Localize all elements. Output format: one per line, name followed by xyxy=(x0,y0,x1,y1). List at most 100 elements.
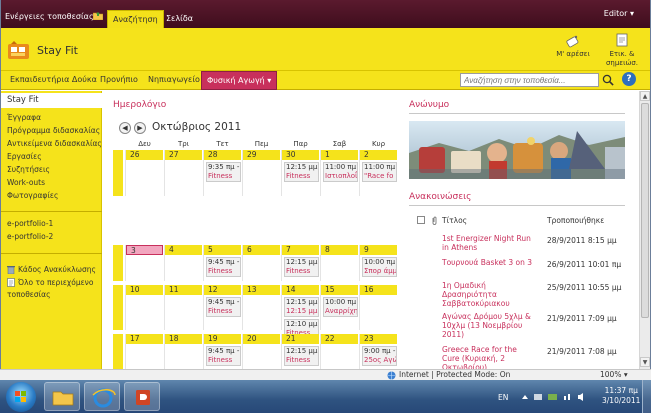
scroll-down-button[interactable]: ▼ xyxy=(640,357,650,367)
like-button[interactable]: Μ' αρέσει xyxy=(550,32,596,59)
sidebar-item-discussions[interactable]: Συζητήσεις xyxy=(7,165,50,174)
announcements-title[interactable]: Ανακοινώσεις xyxy=(409,192,471,202)
calendar-event[interactable]: 12:15 μμ Fitness xyxy=(284,162,319,182)
day-number[interactable]: 12 xyxy=(204,285,241,295)
day-number[interactable]: 14 xyxy=(282,285,319,295)
day-number[interactable]: 19 xyxy=(204,334,241,344)
day-number[interactable]: 18 xyxy=(165,334,202,344)
day-number[interactable]: 5 xyxy=(204,245,241,255)
calendar-day-cell[interactable]: 15 10:00 πμ Αναρρίχη xyxy=(320,285,358,330)
language-indicator[interactable]: EN xyxy=(498,393,508,402)
system-tray-icons[interactable] xyxy=(520,392,590,402)
show-desktop-button[interactable] xyxy=(642,380,651,413)
topnav-item-physical-education[interactable]: Φυσική Αγωγή ▾ xyxy=(201,71,278,90)
calendar-day-cell[interactable]: 13 xyxy=(242,285,280,330)
sidebar-item-eportfolio-1[interactable]: e-portfolio-1 xyxy=(7,219,53,228)
day-number[interactable]: 17 xyxy=(126,334,163,344)
taskbar-powerpoint[interactable] xyxy=(124,382,160,411)
calendar-day-cell[interactable]: 26 xyxy=(125,150,163,196)
taskbar-explorer[interactable] xyxy=(44,382,80,411)
user-menu[interactable]: Editor ▾ xyxy=(604,9,634,18)
day-number[interactable]: 29 xyxy=(243,150,280,160)
week-selector[interactable] xyxy=(113,150,123,196)
sidebar-item-recycle-bin[interactable]: Κάδος Ανακύκλωσης xyxy=(18,265,96,274)
day-number[interactable]: 6 xyxy=(243,245,280,255)
calendar-day-cell[interactable]: 12 9:45 πμ - Fitness xyxy=(203,285,241,330)
calendar-day-cell[interactable]: 28 9:35 πμ - Fitness xyxy=(203,150,241,196)
start-button[interactable] xyxy=(6,382,36,412)
calendar-day-cell[interactable]: 5 9:45 πμ - Fitness xyxy=(203,245,241,281)
announcement-title-link[interactable]: Greece Race for the Cure (Κυριακή, 2 Οκτ… xyxy=(442,345,534,372)
day-number[interactable]: 28 xyxy=(204,150,241,160)
calendar-day-cell[interactable]: 9 10:00 πμ Σπορ άμμ xyxy=(359,245,397,281)
next-month-button[interactable]: ▶ xyxy=(134,122,146,134)
calendar-event[interactable]: 11:00 πμ "Race fo xyxy=(362,162,397,182)
calendar-day-cell[interactable]: 16 xyxy=(359,285,397,330)
calendar-event[interactable]: 9:00 πμ -25ος Αγώ xyxy=(362,346,397,366)
anonymous-title[interactable]: Ανώνυμο xyxy=(409,100,449,110)
vertical-scrollbar[interactable]: ▲ ▼ xyxy=(639,91,650,378)
sidebar-item-eportfolio-2[interactable]: e-portfolio-2 xyxy=(7,232,53,241)
site-actions-menu[interactable]: Ενέργειες τοποθεσίας ▾ xyxy=(5,12,100,21)
sidebar-item-photos[interactable]: Φωτογραφίες xyxy=(7,191,58,200)
quick-launch-header[interactable]: Stay Fit xyxy=(1,93,102,108)
day-number[interactable]: 4 xyxy=(165,245,202,255)
week-selector[interactable] xyxy=(113,245,123,281)
tab-page[interactable]: Σελίδα xyxy=(161,10,198,28)
calendar-day-cell[interactable]: 14 12:15 μμ 12:15 μμ 12:10 μμ Fitness xyxy=(281,285,319,339)
zoom-level[interactable]: 100% ▾ xyxy=(600,370,628,379)
calendar-event[interactable]: 12:15 μμ Fitness xyxy=(284,346,319,366)
scroll-thumb[interactable] xyxy=(641,103,649,318)
calendar-event[interactable]: 9:45 πμ - Fitness xyxy=(206,257,241,277)
announcement-title-link[interactable]: 1st Energizer Night Run in Athens xyxy=(442,234,534,252)
day-number[interactable]: 11 xyxy=(165,285,202,295)
calendar-day-cell[interactable]: 6 xyxy=(242,245,280,281)
topnav-item-doukas[interactable]: Εκπαιδευτήρια Δούκα xyxy=(10,75,97,84)
sidebar-item-assignments[interactable]: Εργασίες xyxy=(7,152,42,161)
calendar-day-cell[interactable]: 7 12:15 μμ Fitness xyxy=(281,245,319,281)
prev-month-button[interactable]: ◀ xyxy=(119,122,131,134)
help-button[interactable]: ? xyxy=(622,72,636,86)
search-icon[interactable] xyxy=(601,73,615,87)
taskbar-internet-explorer[interactable] xyxy=(84,382,120,411)
topnav-item-pronipio[interactable]: Προνήπιο xyxy=(100,75,138,84)
calendar-day-cell[interactable]: 30 12:15 μμ Fitness xyxy=(281,150,319,196)
announcement-title-link[interactable]: 1η Ομαδική Δρασηριότητα Σαββατοκύριακου xyxy=(442,281,534,308)
tags-notes-button[interactable]: Ετικ. & σημειώσ. xyxy=(599,32,645,68)
calendar-title[interactable]: Ημερολόγιο xyxy=(113,100,166,110)
search-input[interactable] xyxy=(460,73,599,87)
day-number[interactable]: 16 xyxy=(360,285,397,295)
day-number[interactable]: 1 xyxy=(321,150,358,160)
calendar-event[interactable]: 9:35 πμ - Fitness xyxy=(206,162,241,182)
calendar-day-cell[interactable]: 3 xyxy=(125,245,163,281)
day-number[interactable]: 21 xyxy=(282,334,319,344)
calendar-day-cell[interactable]: 8 xyxy=(320,245,358,281)
calendar-day-cell[interactable]: 27 xyxy=(164,150,202,196)
calendar-event[interactable]: 10:00 πμ Σπορ άμμ xyxy=(362,257,397,277)
taskbar-clock[interactable]: 11:37 πμ 3/10/2011 xyxy=(602,386,640,406)
day-number[interactable]: 20 xyxy=(243,334,280,344)
day-number[interactable]: 2 xyxy=(360,150,397,160)
topnav-item-nipiagogeio[interactable]: Νηπιαγωγείο xyxy=(148,75,200,84)
day-number[interactable]: 30 xyxy=(282,150,319,160)
column-modified-header[interactable]: Τροποποιήθηκε xyxy=(547,216,604,225)
calendar-day-cell[interactable]: 11 xyxy=(164,285,202,330)
day-number[interactable]: 27 xyxy=(165,150,202,160)
calendar-day-cell[interactable]: 29 xyxy=(242,150,280,196)
calendar-event[interactable]: 12:15 μμ 12:15 μμ xyxy=(284,297,319,317)
select-all-checkbox[interactable] xyxy=(417,216,425,224)
day-number[interactable]: 10 xyxy=(126,285,163,295)
day-number[interactable]: 3 xyxy=(126,245,163,255)
day-number[interactable]: 22 xyxy=(321,334,358,344)
day-number[interactable]: 9 xyxy=(360,245,397,255)
calendar-event[interactable]: 9:45 πμ - Fitness xyxy=(206,297,241,317)
day-number[interactable]: 8 xyxy=(321,245,358,255)
sidebar-item-curriculum[interactable]: Πρόγραμμα διδασκαλίας xyxy=(7,126,100,135)
sidebar-item-all-site-content[interactable]: Όλο το περιεχόμενο xyxy=(18,278,93,287)
sidebar-item-all-site-content-cont[interactable]: τοποθεσίας xyxy=(7,290,51,299)
sidebar-item-workouts[interactable]: Work-outs xyxy=(7,178,45,187)
calendar-event[interactable]: 9:45 πμ - Fitness xyxy=(206,346,241,366)
calendar-event[interactable]: 10:00 πμ Αναρρίχη xyxy=(323,297,358,317)
sidebar-item-documents[interactable]: Έγγραφα xyxy=(7,113,41,122)
calendar-day-cell[interactable]: 4 xyxy=(164,245,202,281)
